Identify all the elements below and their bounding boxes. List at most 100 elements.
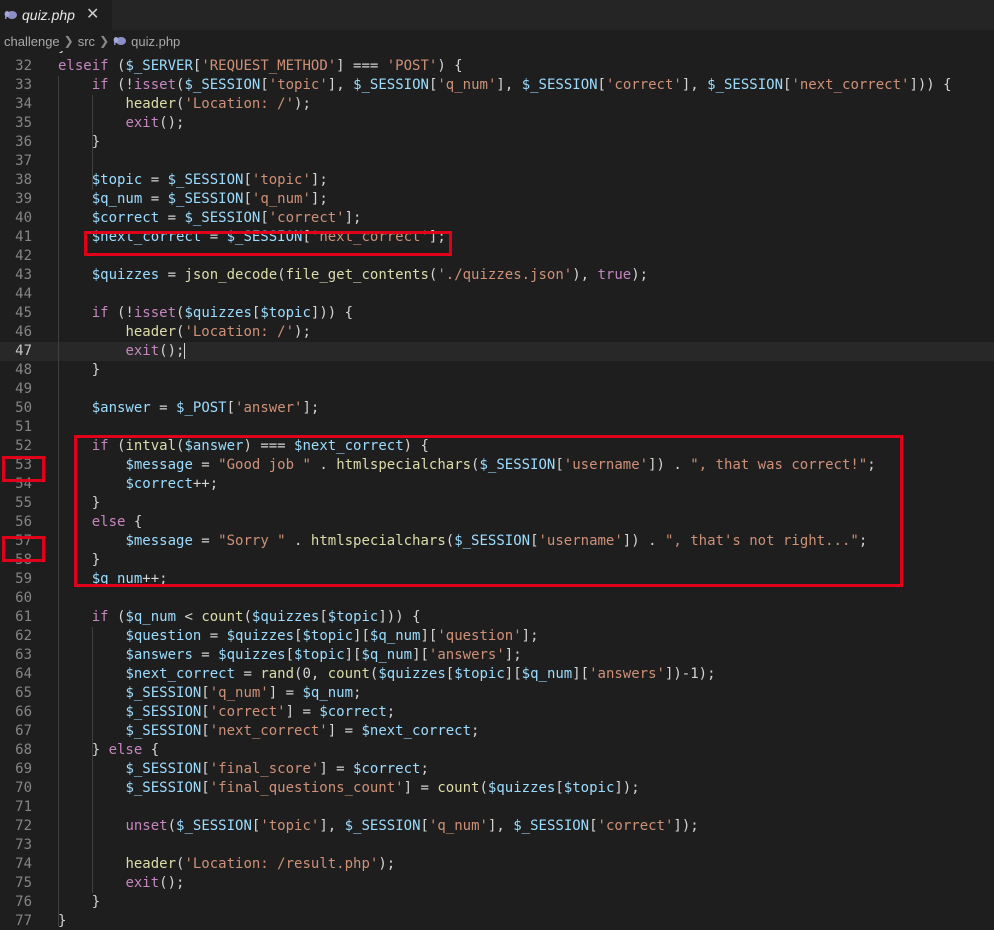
line-number: 45 xyxy=(15,305,32,321)
code-line[interactable]: 65 $_SESSION['q_num'] = $q_num; xyxy=(0,684,994,703)
code-line[interactable]: 43 $quizzes = json_decode(file_get_conte… xyxy=(0,266,994,285)
code-text[interactable]: header('Location: /result.php'); xyxy=(58,855,395,874)
code-text[interactable]: $answers = $quizzes[$topic][$q_num]['ans… xyxy=(58,646,521,665)
line-number: 50 xyxy=(15,400,32,416)
breadcrumb-item-src[interactable]: src xyxy=(78,34,95,49)
line-number: 71 xyxy=(15,799,32,815)
code-text[interactable]: exit(); xyxy=(58,114,184,133)
line-number: 48 xyxy=(15,362,32,378)
code-line[interactable]: 45 if (!isset($quizzes[$topic])) { xyxy=(0,304,994,323)
code-line[interactable]: 34 header('Location: /'); xyxy=(0,95,994,114)
code-text[interactable]: exit(); xyxy=(58,874,184,893)
code-text[interactable]: if (!isset($_SESSION['topic'], $_SESSION… xyxy=(58,76,952,95)
code-text[interactable]: } xyxy=(58,361,100,380)
code-line[interactable]: 60 xyxy=(0,589,994,608)
code-line[interactable]: 63 $answers = $quizzes[$topic][$q_num]['… xyxy=(0,646,994,665)
code-editor[interactable]: 31}32elseif ($_SERVER['REQUEST_METHOD'] … xyxy=(0,51,994,930)
line-number: 75 xyxy=(15,875,32,891)
line-number: 33 xyxy=(15,77,32,93)
chevron-right-icon: ❯ xyxy=(99,34,110,48)
php-elephant-icon xyxy=(4,11,17,19)
code-text[interactable]: header('Location: /'); xyxy=(58,323,310,342)
code-line[interactable]: 46 header('Location: /'); xyxy=(0,323,994,342)
code-text[interactable]: unset($_SESSION['topic'], $_SESSION['q_n… xyxy=(58,817,698,836)
line-number: 34 xyxy=(15,96,32,112)
code-text[interactable]: $_SESSION['next_correct'] = $next_correc… xyxy=(58,722,479,741)
code-text[interactable]: if (!isset($quizzes[$topic])) { xyxy=(58,304,353,323)
code-line[interactable]: 67 $_SESSION['next_correct'] = $next_cor… xyxy=(0,722,994,741)
code-line[interactable]: 62 $question = $quizzes[$topic][$q_num][… xyxy=(0,627,994,646)
code-line[interactable]: 64 $next_correct = rand(0, count($quizze… xyxy=(0,665,994,684)
line-number: 77 xyxy=(15,913,32,929)
code-text[interactable]: } else { xyxy=(58,741,159,760)
code-line[interactable]: 39 $q_num = $_SESSION['q_num']; xyxy=(0,190,994,209)
breadcrumb-item-challenge[interactable]: challenge xyxy=(4,34,60,49)
code-line[interactable]: 38 $topic = $_SESSION['topic']; xyxy=(0,171,994,190)
code-line[interactable]: 44 xyxy=(0,285,994,304)
code-text[interactable]: $q_num = $_SESSION['q_num']; xyxy=(58,190,328,209)
indent-guide xyxy=(92,95,93,190)
code-text[interactable]: $question = $quizzes[$topic][$q_num]['qu… xyxy=(58,627,538,646)
code-line[interactable]: 77} xyxy=(0,912,994,930)
code-text[interactable]: $quizzes = json_decode(file_get_contents… xyxy=(58,266,648,285)
code-line[interactable]: 74 header('Location: /result.php'); xyxy=(0,855,994,874)
code-line[interactable]: 36 } xyxy=(0,133,994,152)
chevron-right-icon: ❯ xyxy=(63,34,74,48)
code-line[interactable]: 40 $correct = $_SESSION['correct']; xyxy=(0,209,994,228)
line-number: 46 xyxy=(15,324,32,340)
code-text[interactable]: elseif ($_SERVER['REQUEST_METHOD'] === '… xyxy=(58,57,463,76)
line-number: 52 xyxy=(15,438,32,454)
code-line[interactable]: 49 xyxy=(0,380,994,399)
indent-guide xyxy=(92,627,93,893)
code-line[interactable]: 33 if (!isset($_SESSION['topic'], $_SESS… xyxy=(0,76,994,95)
code-text[interactable]: $topic = $_SESSION['topic']; xyxy=(58,171,328,190)
code-line[interactable]: 61 if ($q_num < count($quizzes[$topic]))… xyxy=(0,608,994,627)
code-text[interactable]: header('Location: /'); xyxy=(58,95,310,114)
code-text[interactable]: $correct = $_SESSION['correct']; xyxy=(58,209,362,228)
line-number: 73 xyxy=(15,837,32,853)
highlight-box-answer-check xyxy=(74,435,903,587)
code-line[interactable]: 73 xyxy=(0,836,994,855)
line-number: 63 xyxy=(15,647,32,663)
code-line[interactable]: 50 $answer = $_POST['answer']; xyxy=(0,399,994,418)
code-line[interactable]: 69 $_SESSION['final_score'] = $correct; xyxy=(0,760,994,779)
line-number: 47 xyxy=(15,343,32,359)
code-line[interactable]: 48 } xyxy=(0,361,994,380)
code-text[interactable]: } xyxy=(58,133,100,152)
line-number: 44 xyxy=(15,286,32,302)
line-number: 35 xyxy=(15,115,32,131)
code-line[interactable]: 35 exit(); xyxy=(0,114,994,133)
code-line[interactable]: 66 $_SESSION['correct'] = $correct; xyxy=(0,703,994,722)
code-text[interactable]: if ($q_num < count($quizzes[$topic])) { xyxy=(58,608,421,627)
highlight-box-next-correct xyxy=(84,231,452,256)
code-line[interactable]: 71 xyxy=(0,798,994,817)
code-line[interactable]: 72 unset($_SESSION['topic'], $_SESSION['… xyxy=(0,817,994,836)
code-line[interactable]: 68 } else { xyxy=(0,741,994,760)
code-line[interactable]: 32 elseif ($_SERVER['REQUEST_METHOD'] ===… xyxy=(0,57,994,76)
code-text[interactable]: } xyxy=(58,893,100,912)
line-number: 39 xyxy=(15,191,32,207)
code-text[interactable]: $_SESSION['final_score'] = $correct; xyxy=(58,760,428,779)
code-text[interactable]: $_SESSION['q_num'] = $q_num; xyxy=(58,684,361,703)
line-number: 40 xyxy=(15,210,32,226)
code-text[interactable]: $next_correct = rand(0, count($quizzes[$… xyxy=(58,665,715,684)
tab-quiz-php[interactable]: quiz.php ✕ xyxy=(0,0,112,30)
code-line[interactable]: 47 exit(); xyxy=(0,342,994,361)
close-icon[interactable]: ✕ xyxy=(86,4,99,24)
breadcrumb: challenge ❯ src ❯ quiz.php xyxy=(0,30,994,52)
line-number: 62 xyxy=(15,628,32,644)
code-text[interactable]: $answer = $_POST['answer']; xyxy=(58,399,320,418)
line-number: 76 xyxy=(15,894,32,910)
code-line[interactable]: 76 } xyxy=(0,893,994,912)
code-text[interactable]: exit(); xyxy=(58,342,186,361)
code-text[interactable]: $_SESSION['correct'] = $correct; xyxy=(58,703,395,722)
code-line[interactable]: 75 exit(); xyxy=(0,874,994,893)
tab-label: quiz.php xyxy=(22,7,75,23)
breadcrumb-item-file[interactable]: quiz.php xyxy=(131,34,180,49)
line-number: 61 xyxy=(15,609,32,625)
code-line[interactable]: 37 xyxy=(0,152,994,171)
line-number: 55 xyxy=(15,495,32,511)
code-text[interactable]: $_SESSION['final_questions_count'] = cou… xyxy=(58,779,639,798)
code-text[interactable]: } xyxy=(58,912,66,930)
code-line[interactable]: 70 $_SESSION['final_questions_count'] = … xyxy=(0,779,994,798)
